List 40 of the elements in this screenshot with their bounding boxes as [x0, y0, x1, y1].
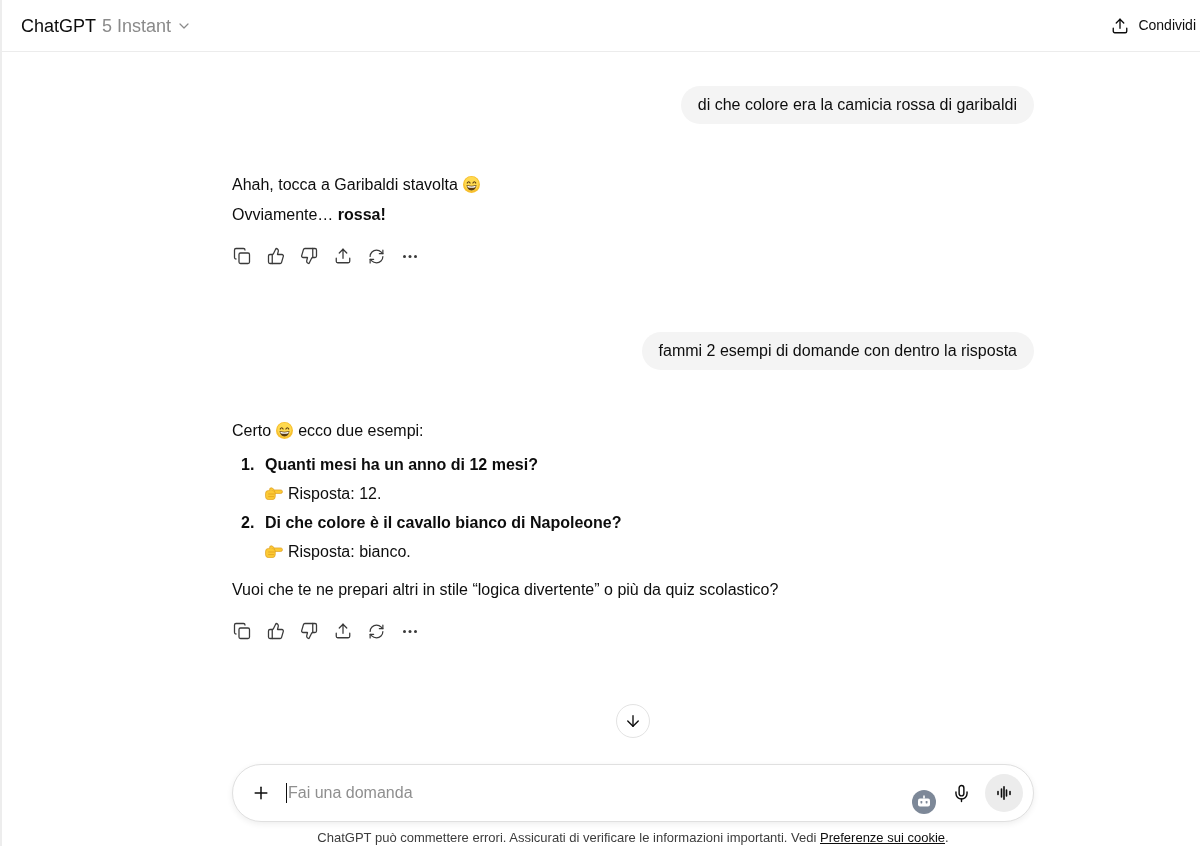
question-text: Di che colore è il cavallo bianco di Napoleone? — [265, 513, 622, 533]
sound-wave-icon — [997, 786, 1011, 800]
question-text: Quanti mesi ha un anno di 12 mesi? — [265, 455, 538, 475]
user-message-bubble: fammi 2 esempi di domande con dentro la risposta — [641, 332, 1034, 370]
share-chat-button[interactable]: Condividi — [1111, 15, 1196, 36]
share-icon — [1111, 16, 1130, 35]
arrow-down-icon — [624, 712, 642, 730]
message-composer[interactable]: Fai una domanda — [232, 764, 1034, 822]
message-text: Vuoi che te ne prepari altri in stile “logica divertente” o più da quiz scolastico? — [232, 581, 779, 598]
thumbs-down-icon — [300, 247, 318, 265]
pointing-hand-icon — [265, 487, 283, 500]
share-icon — [333, 622, 352, 640]
user-message-bubble: di che colore era la camicia rossa di garibaldi — [680, 86, 1034, 124]
thumbs-down-icon — [300, 622, 318, 640]
share-icon — [333, 247, 352, 265]
copy-icon — [233, 247, 251, 265]
refresh-icon — [367, 247, 385, 265]
message-text: ecco due esempi: — [298, 422, 424, 439]
grinning-face-icon — [276, 422, 294, 439]
thumbs-up-icon — [266, 622, 285, 640]
cookie-preferences-link[interactable]: Preferenze sui cookie — [820, 830, 945, 845]
disclaimer-text: ChatGPT può commettere errori. Assicurati di verificare le informazioni importanti. Vedi Preferenze sui cookie. — [317, 830, 949, 846]
pointing-hand-icon — [265, 545, 283, 558]
copy-icon — [233, 622, 251, 640]
ellipsis-icon — [402, 254, 417, 258]
message-text: Certo — [232, 422, 272, 439]
model-selector[interactable]: ChatGPT 5 Instant — [21, 13, 193, 38]
grinning-face-icon — [462, 176, 480, 193]
refresh-icon — [367, 622, 385, 640]
message-text: Risposta: bianco. — [288, 543, 411, 560]
list-number: 1. — [240, 455, 256, 475]
message-text: Ahah, tocca a Garibaldi stavolta — [232, 176, 458, 193]
thumbs-up-icon — [266, 247, 285, 265]
voice-mode-button[interactable] — [985, 774, 1023, 812]
list-number: 2. — [240, 513, 256, 533]
scroll-down-button[interactable] — [616, 704, 650, 738]
ellipsis-icon — [402, 629, 417, 633]
message-text: Risposta: 12. — [288, 485, 382, 502]
message-text: Ovviamente… rossa! — [232, 206, 386, 223]
robot-badge-icon — [912, 790, 936, 814]
